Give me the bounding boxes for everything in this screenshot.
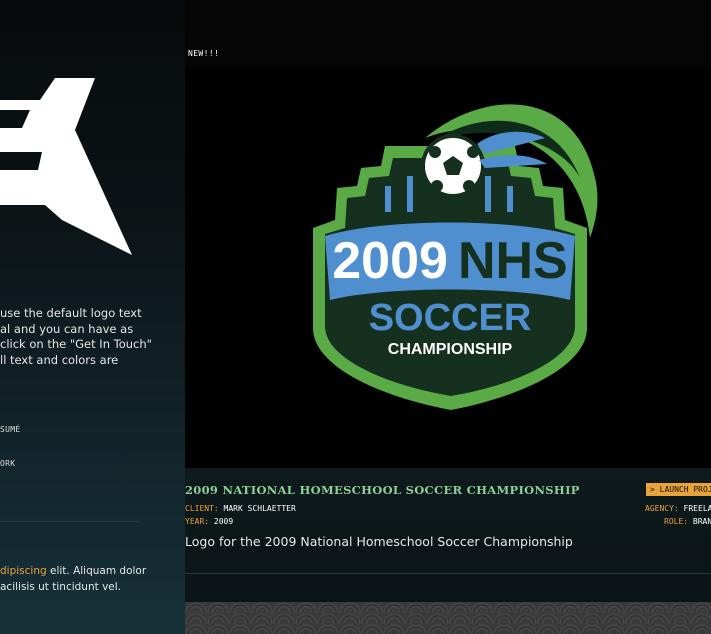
agency-meta: AGENCY: FREELA bbox=[645, 504, 711, 513]
role-label: ROLE: bbox=[664, 517, 689, 526]
client-value: MARK SCHLAETTER bbox=[223, 504, 296, 513]
project-description: Logo for the 2009 National Homeschool So… bbox=[185, 534, 573, 549]
sidebar: use the default logo text al and you can… bbox=[0, 0, 185, 634]
year-label: YEAR: bbox=[185, 517, 210, 526]
launch-project-button[interactable]: > LAUNCH PROJE bbox=[646, 483, 711, 496]
highlight-link[interactable]: dipiscing bbox=[0, 565, 47, 577]
site-logo-icon[interactable] bbox=[0, 70, 140, 260]
championship-logo: 2009 NHS SOCCER CHAMPIONSHIP bbox=[313, 104, 598, 410]
intro-line: ll text and colors are bbox=[0, 352, 119, 367]
project-info: 2009 NATIONAL HOMESCHOOL SOCCER CHAMPION… bbox=[185, 468, 711, 634]
next-project-preview[interactable] bbox=[185, 602, 711, 634]
agency-value: FREELA bbox=[683, 504, 711, 513]
client-label: CLIENT: bbox=[185, 504, 219, 513]
project-image[interactable]: 2009 NHS SOCCER CHAMPIONSHIP bbox=[185, 68, 711, 468]
client-meta: CLIENT: MARK SCHLAETTER bbox=[185, 504, 296, 513]
intro-line: click on the "Get In Touch" bbox=[0, 337, 152, 351]
role-value: BRAND bbox=[692, 517, 711, 526]
sidebar-footer-text: dipiscing elit. Aliquam dolor acilisis u… bbox=[0, 564, 180, 595]
year-meta: YEAR: 2009 bbox=[185, 517, 233, 526]
footer-line: acilisis ut tincidunt vel. bbox=[0, 580, 122, 593]
intro-text: use the default logo text al and you can… bbox=[0, 306, 180, 368]
intro-line: use the default logo text bbox=[0, 306, 142, 320]
intro-line: al and you can have as bbox=[0, 321, 134, 336]
new-badge: NEW!!! bbox=[188, 49, 220, 58]
sidebar-divider bbox=[0, 521, 140, 522]
project-title: 2009 NATIONAL HOMESCHOOL SOCCER CHAMPION… bbox=[185, 483, 580, 497]
info-divider bbox=[185, 573, 711, 574]
year-value: 2009 bbox=[213, 517, 234, 526]
role-meta: ROLE: BRAND bbox=[664, 517, 711, 526]
agency-label: AGENCY: bbox=[645, 504, 679, 513]
badge-event: CHAMPIONSHIP bbox=[388, 341, 513, 358]
nav-link-work[interactable]: ORK bbox=[0, 459, 15, 468]
nav-link-resume[interactable]: SUMÉ bbox=[0, 425, 20, 434]
badge-sport: SOCCER bbox=[369, 297, 532, 339]
footer-line: elit. Aliquam dolor bbox=[46, 565, 147, 577]
